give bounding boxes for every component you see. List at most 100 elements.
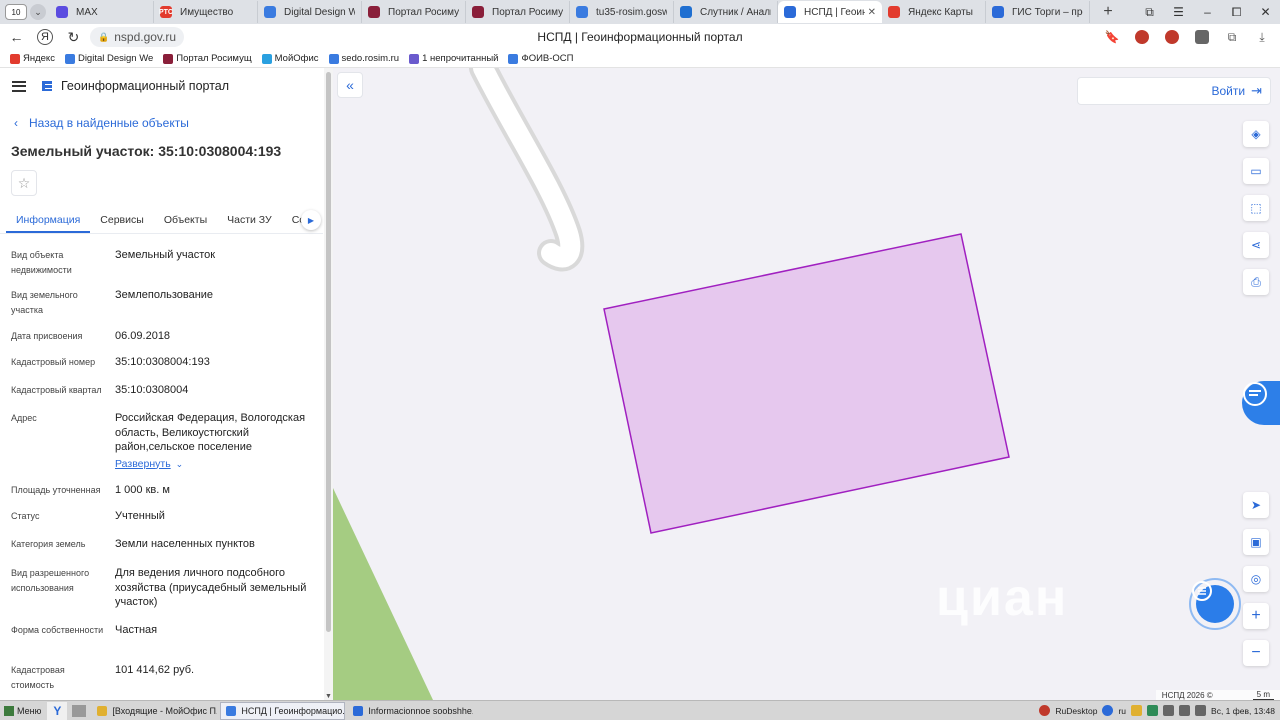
yandex-browser-quicklaunch[interactable]: Y <box>47 701 68 720</box>
browser-tab[interactable]: tu35-rosim.goswe <box>570 1 674 23</box>
taskbar-window-item[interactable]: [Входящие - МойОфис П... <box>92 702 217 720</box>
start-menu-button[interactable]: Меню <box>0 701 45 720</box>
yandex-tray-icon[interactable] <box>1102 705 1114 716</box>
language-indicator[interactable]: ru <box>1118 706 1126 716</box>
locate-button[interactable]: ◎ <box>1243 566 1269 592</box>
geolocate-button[interactable]: ➤ <box>1243 492 1269 518</box>
panel-header: Геоинформационный портал <box>0 68 333 104</box>
maximize-icon[interactable]: ⧠ <box>1222 0 1251 24</box>
browser-menu-icon[interactable]: ☰ <box>1164 0 1193 24</box>
measure-button[interactable]: ▭ <box>1243 158 1269 184</box>
extension-icon[interactable] <box>1165 30 1179 44</box>
browser-tab[interactable]: Слутник / Аналит <box>674 1 778 23</box>
panel-tab[interactable]: Части ЗУ <box>217 214 282 233</box>
minimize-icon[interactable]: – <box>1193 0 1222 24</box>
browser-tab[interactable]: Портал Росимуще <box>362 1 466 23</box>
chevron-down-icon[interactable]: ⌄ <box>176 459 184 469</box>
bookmark-icon[interactable]: 🔖 <box>1102 27 1122 47</box>
chat-fab-button[interactable] <box>1189 578 1241 630</box>
yandex-home-icon[interactable]: Я <box>37 29 53 45</box>
tab-favicon-icon <box>472 6 484 18</box>
bookmark-item[interactable]: Digital Design We <box>64 53 153 64</box>
close-window-icon[interactable]: ✕ <box>1251 0 1280 24</box>
tray-icon[interactable] <box>1163 705 1175 716</box>
map-view[interactable]: циан « Войти ⇥ ◈ ▭ ⬚ ⋖ ⎙ ➤ ▣ ◎ + − НСПД … <box>333 68 1280 700</box>
share-button[interactable]: ⋖ <box>1243 232 1269 258</box>
browser-tab[interactable]: Digital Design Web <box>258 1 362 23</box>
clock[interactable]: Вс, 1 фев, 13:48 <box>1211 706 1275 716</box>
portal-title: Геоинформационный портал <box>61 79 230 93</box>
panel-tab[interactable]: Сервисы <box>90 214 154 233</box>
tabs-scroll-right-button[interactable]: ▶ <box>301 210 321 230</box>
tab-favicon-icon <box>680 6 692 18</box>
minimap-button[interactable]: ▣ <box>1243 529 1269 555</box>
extensions-puzzle-icon[interactable]: ⧉ <box>1222 27 1242 47</box>
bookmark-item[interactable]: Портал Росимущ <box>163 53 252 64</box>
browser-tab[interactable]: НСПД | Геоинф✕ <box>778 1 882 23</box>
browser-tab[interactable]: РТС Имущество <box>154 1 258 23</box>
tab-search-icon[interactable]: ⧉ <box>1135 0 1164 24</box>
tray-icon[interactable] <box>1179 705 1191 716</box>
map-canvas[interactable] <box>333 68 1280 700</box>
taskbar-window-item[interactable]: Informacionnoe soobshhe... <box>348 702 473 720</box>
volume-icon[interactable] <box>1195 705 1207 716</box>
browser-tab[interactable]: Яндекс Карты <box>882 1 986 23</box>
layers-button[interactable]: ◈ <box>1243 121 1269 147</box>
login-bar[interactable]: Войти ⇥ <box>1077 77 1271 105</box>
url-field[interactable]: 🔒 nspd.gov.ru <box>90 27 185 47</box>
menu-icon[interactable] <box>12 80 26 92</box>
download-icon[interactable]: ⤓ <box>1252 27 1272 47</box>
bookmark-item[interactable]: 1 непрочитанный <box>409 53 498 64</box>
select-area-button[interactable]: ⬚ <box>1243 195 1269 221</box>
browser-tab[interactable]: MAX <box>50 1 154 23</box>
window-app-icon <box>226 705 237 716</box>
zoom-in-button[interactable]: + <box>1243 603 1269 629</box>
attribute-value-text: Частная <box>115 624 158 636</box>
browser-tab[interactable]: ГИС Торги – прод <box>986 1 1090 23</box>
back-arrow-icon[interactable]: ← <box>2 29 31 45</box>
assistant-button[interactable] <box>1242 381 1280 425</box>
tab-title: Портал Росимуще <box>492 6 563 18</box>
extension-icon[interactable] <box>1195 30 1209 44</box>
network-icon[interactable] <box>1147 705 1159 716</box>
favorite-star-button[interactable]: ☆ <box>11 170 37 196</box>
window-title: НСПД | Геоинформацио... <box>241 705 346 716</box>
os-taskbar: Меню Y [Входящие - МойОфис П... НСПД | Ге… <box>0 700 1280 720</box>
tray-icon[interactable] <box>1131 705 1143 716</box>
attribute-value-text: Земли населенных пунктов <box>115 538 255 550</box>
tab-counter[interactable]: 10 <box>5 4 27 20</box>
panel-tab[interactable]: Информация <box>6 214 91 233</box>
expand-address-link[interactable]: Развернуть <box>115 457 171 472</box>
bookmark-item[interactable]: ФОИВ-ОСП <box>508 53 574 64</box>
extension-icon[interactable] <box>1135 30 1149 44</box>
close-tab-icon[interactable]: ✕ <box>868 7 876 18</box>
tabs-dropdown-icon[interactable]: ⌄ <box>30 4 46 20</box>
print-button[interactable]: ⎙ <box>1243 269 1269 295</box>
page-title: НСПД | Геоинформационный портал <box>537 30 743 44</box>
zoom-out-button[interactable]: − <box>1243 640 1269 666</box>
tab-title: Digital Design Web <box>284 6 355 18</box>
panel-tab[interactable]: Объекты <box>154 214 217 233</box>
land-parcel-polygon[interactable] <box>603 233 1010 534</box>
bookmark-item[interactable]: Яндекс <box>10 53 55 64</box>
attribute-value-text: 06.09.2018 <box>115 330 171 342</box>
collapse-panel-button[interactable]: « <box>337 72 363 98</box>
yandex-browser-icon: Y <box>53 703 62 718</box>
bookmark-favicon-icon <box>64 53 75 64</box>
scroll-down-arrow-icon[interactable]: ▼ <box>325 693 332 700</box>
back-to-results-link[interactable]: ‹ Назад в найденные объекты <box>14 116 189 130</box>
bookmark-item[interactable]: МойОфис <box>261 53 319 64</box>
desktop-quicklaunch[interactable] <box>69 702 89 720</box>
scroll-thumb[interactable] <box>326 72 331 632</box>
browser-tab[interactable]: Портал Росимуще <box>466 1 570 23</box>
tab-favicon-icon <box>784 6 796 18</box>
copyright-text: НСПД 2026 © <box>1161 690 1213 700</box>
taskbar-window-item[interactable]: НСПД | Геоинформацио... <box>220 701 346 720</box>
bookmark-item[interactable]: sedo.rosim.ru <box>328 53 399 64</box>
tray-app-label[interactable]: RuDesktop <box>1055 706 1097 716</box>
panel-scrollbar[interactable]: ▼ <box>324 68 333 700</box>
tray-app-icon[interactable] <box>1039 705 1051 716</box>
start-menu-icon <box>4 705 14 716</box>
new-tab-button[interactable]: + <box>1096 3 1120 21</box>
reload-icon[interactable]: ↻ <box>59 29 88 46</box>
